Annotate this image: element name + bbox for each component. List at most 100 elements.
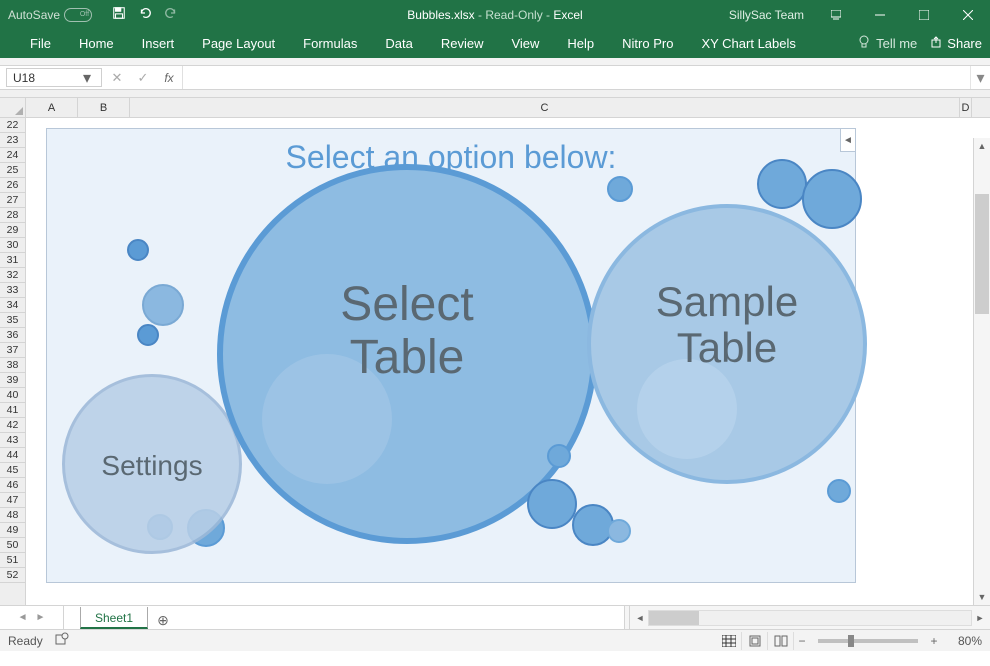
row-header[interactable]: 35 — [0, 313, 25, 328]
chart-filter-icon[interactable]: ◄ — [840, 128, 856, 152]
chevron-down-icon[interactable]: ▾ — [79, 68, 95, 88]
row-header[interactable]: 48 — [0, 508, 25, 523]
select-table-bubble-label: Select Table — [277, 279, 537, 385]
row-header[interactable]: 34 — [0, 298, 25, 313]
ribbon-options-icon[interactable] — [814, 0, 858, 29]
formula-input[interactable] — [183, 66, 970, 89]
zoom-in-button[interactable]: + — [926, 634, 942, 648]
sheet-tab-active[interactable]: Sheet1 — [80, 607, 148, 629]
tab-xy-chart-labels[interactable]: XY Chart Labels — [687, 29, 809, 58]
row-header[interactable]: 49 — [0, 523, 25, 538]
worksheet-grid[interactable]: ABCD 22232425262728293031323334353637383… — [0, 98, 990, 605]
scroll-right-icon[interactable]: ► — [972, 610, 988, 626]
row-header[interactable]: 44 — [0, 448, 25, 463]
view-page-layout-icon[interactable] — [742, 632, 768, 650]
autosave-switch[interactable]: Off — [64, 8, 92, 22]
row-header[interactable]: 29 — [0, 223, 25, 238]
row-header[interactable]: 38 — [0, 358, 25, 373]
chart-object[interactable]: ◄ Select an option below: Settings Selec… — [46, 128, 856, 583]
save-icon[interactable] — [112, 6, 126, 23]
row-headers: 2223242526272829303132333435363738394041… — [0, 118, 26, 605]
undo-icon[interactable] — [138, 6, 152, 23]
redo-icon[interactable] — [164, 6, 178, 23]
row-header[interactable]: 51 — [0, 553, 25, 568]
row-header[interactable]: 33 — [0, 283, 25, 298]
zoom-slider[interactable] — [818, 639, 918, 643]
column-header[interactable]: C — [130, 98, 960, 117]
minimize-icon[interactable] — [858, 0, 902, 29]
row-header[interactable]: 52 — [0, 568, 25, 583]
row-header[interactable]: 39 — [0, 373, 25, 388]
column-header[interactable]: D — [960, 98, 972, 117]
column-header[interactable]: B — [78, 98, 130, 117]
sheet-nav-buttons[interactable]: ◄ ► — [0, 606, 64, 629]
title-bar: AutoSave Off Bubbles.xlsx - Read-Only - … — [0, 0, 990, 29]
autosave-toggle[interactable]: AutoSave Off — [0, 8, 100, 22]
row-header[interactable]: 28 — [0, 208, 25, 223]
maximize-icon[interactable] — [902, 0, 946, 29]
expand-formula-bar-icon[interactable]: ▾ — [970, 66, 990, 89]
macro-record-icon[interactable] — [55, 632, 69, 649]
row-header[interactable]: 31 — [0, 253, 25, 268]
row-header[interactable]: 42 — [0, 418, 25, 433]
tab-home[interactable]: Home — [65, 29, 128, 58]
row-header[interactable]: 47 — [0, 493, 25, 508]
new-sheet-button[interactable]: ⊕ — [148, 612, 178, 629]
row-header[interactable]: 22 — [0, 118, 25, 133]
column-headers: ABCD — [0, 98, 990, 118]
account-name[interactable]: SillySac Team — [719, 8, 814, 22]
sample-table-bubble-label: Sample Table — [612, 279, 842, 371]
zoom-level[interactable]: 80% — [942, 634, 982, 648]
view-page-break-icon[interactable] — [768, 632, 794, 650]
row-header[interactable]: 24 — [0, 148, 25, 163]
insert-function-icon[interactable]: fx — [156, 71, 182, 85]
row-header[interactable]: 37 — [0, 343, 25, 358]
window-title: Bubbles.xlsx - Read-Only - Excel — [407, 8, 582, 22]
row-header[interactable]: 26 — [0, 178, 25, 193]
row-header[interactable]: 25 — [0, 163, 25, 178]
lightbulb-icon — [858, 35, 870, 52]
tell-me-search[interactable]: Tell me — [858, 35, 917, 52]
accept-formula-icon: ✓ — [130, 70, 156, 86]
select-all-cell[interactable] — [0, 98, 26, 117]
tab-insert[interactable]: Insert — [128, 29, 189, 58]
vertical-scrollbar[interactable]: ▲ ▼ — [973, 138, 990, 605]
vscroll-thumb[interactable] — [975, 194, 989, 314]
share-button[interactable]: Share — [931, 36, 982, 51]
share-icon — [931, 36, 943, 51]
hscroll-thumb[interactable] — [649, 611, 699, 625]
row-header[interactable]: 32 — [0, 268, 25, 283]
tab-nitro-pro[interactable]: Nitro Pro — [608, 29, 687, 58]
row-header[interactable]: 45 — [0, 463, 25, 478]
tab-data[interactable]: Data — [371, 29, 426, 58]
cells-area[interactable]: ◄ Select an option below: Settings Selec… — [26, 118, 990, 605]
column-header[interactable]: A — [26, 98, 78, 117]
tab-review[interactable]: Review — [427, 29, 498, 58]
name-box[interactable]: U18 ▾ — [6, 68, 102, 87]
row-header[interactable]: 30 — [0, 238, 25, 253]
scroll-up-icon[interactable]: ▲ — [974, 138, 990, 154]
tab-file[interactable]: File — [16, 29, 65, 58]
tab-formulas[interactable]: Formulas — [289, 29, 371, 58]
scroll-left-icon[interactable]: ◄ — [632, 610, 648, 626]
settings-bubble-label: Settings — [82, 451, 222, 482]
row-header[interactable]: 46 — [0, 478, 25, 493]
row-header[interactable]: 40 — [0, 388, 25, 403]
sheet-next-icon[interactable]: ► — [36, 612, 46, 623]
row-header[interactable]: 23 — [0, 133, 25, 148]
row-header[interactable]: 43 — [0, 433, 25, 448]
horizontal-scrollbar[interactable]: ◄ ► — [630, 606, 990, 629]
zoom-out-button[interactable]: − — [794, 634, 810, 648]
tab-help[interactable]: Help — [553, 29, 608, 58]
formula-bar: U18 ▾ ✕ ✓ fx ▾ — [0, 66, 990, 90]
close-icon[interactable] — [946, 0, 990, 29]
row-header[interactable]: 36 — [0, 328, 25, 343]
sheet-prev-icon[interactable]: ◄ — [18, 612, 28, 623]
row-header[interactable]: 50 — [0, 538, 25, 553]
tab-view[interactable]: View — [497, 29, 553, 58]
row-header[interactable]: 27 — [0, 193, 25, 208]
scroll-down-icon[interactable]: ▼ — [974, 589, 990, 605]
tab-page-layout[interactable]: Page Layout — [188, 29, 289, 58]
view-normal-icon[interactable] — [716, 632, 742, 650]
row-header[interactable]: 41 — [0, 403, 25, 418]
